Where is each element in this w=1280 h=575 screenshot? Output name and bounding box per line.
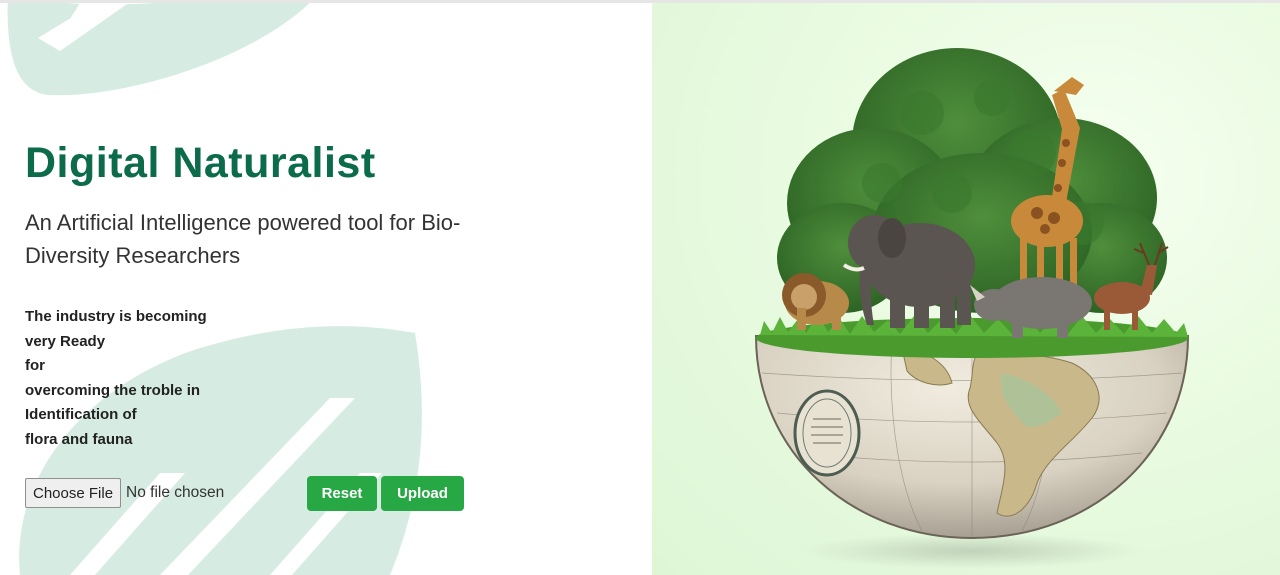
page-subtitle: An Artificial Intelligence powered tool … <box>25 210 461 268</box>
globe-wildlife-illustration-icon <box>754 48 1190 569</box>
upload-button[interactable]: Upload <box>381 476 464 511</box>
description-line: very Ready <box>25 332 106 350</box>
description-line: flora and fauna <box>25 430 133 448</box>
file-status-text: No file chosen <box>126 484 225 501</box>
hero-image <box>652 3 1280 575</box>
description-line: The industry is becoming <box>25 308 207 325</box>
description-text: The industry is becoming very Ready for … <box>25 305 207 453</box>
description-line: Identification of <box>25 406 137 424</box>
choose-file-button[interactable]: Choose File <box>25 478 122 508</box>
hero-section: Digital Naturalist An Artificial Intelli… <box>0 3 652 575</box>
reset-button[interactable]: Reset <box>307 476 377 511</box>
description-line: overcoming the troble in <box>25 381 201 399</box>
file-input[interactable]: Choose File No file chosen <box>25 477 224 509</box>
description-line: for <box>25 357 45 375</box>
page-title: Digital Naturalist <box>25 139 376 187</box>
